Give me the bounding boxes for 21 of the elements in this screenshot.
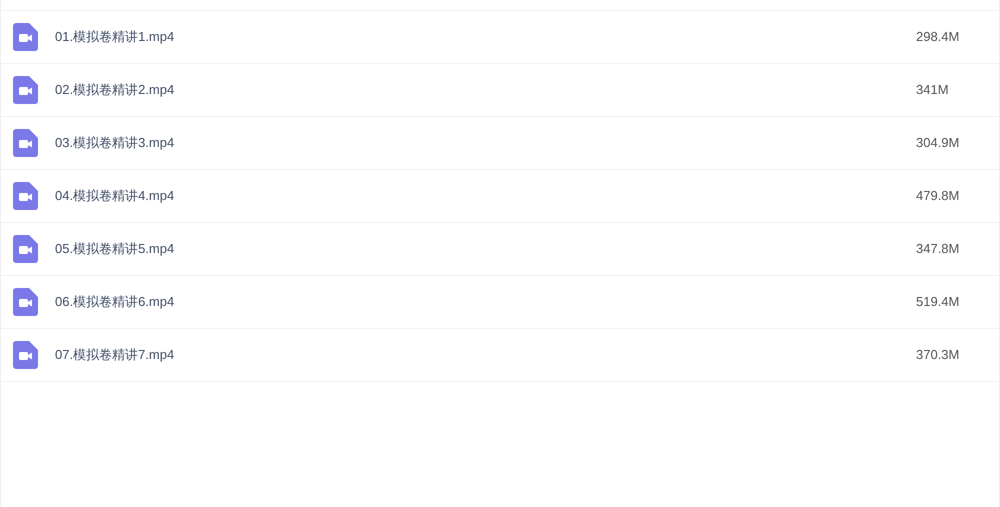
- file-size: 479.8M: [916, 187, 960, 206]
- video-file-icon: [13, 76, 38, 104]
- video-file-icon: [13, 129, 38, 157]
- file-size: 304.9M: [916, 134, 960, 152]
- video-file-icon: [13, 182, 38, 210]
- video-file-icon: [13, 23, 38, 51]
- file-name[interactable]: 07.模拟卷精讲7.mp4: [55, 345, 174, 365]
- video-file-icon: [13, 341, 38, 369]
- file-name[interactable]: 03.模拟卷精讲3.mp4: [55, 133, 174, 153]
- file-size: 370.3M: [916, 346, 960, 364]
- file-size: 519.4M: [916, 293, 960, 312]
- file-size: 347.8M: [916, 240, 960, 258]
- video-file-icon: [13, 235, 38, 263]
- file-name[interactable]: 01.模拟卷精讲1.mp4: [55, 27, 174, 47]
- video-file-icon: [13, 288, 38, 316]
- file-name[interactable]: 06.模拟卷精讲6.mp4: [55, 292, 174, 312]
- file-name[interactable]: 04.模拟卷精讲4.mp4: [55, 186, 174, 206]
- file-size: 341M: [916, 81, 950, 100]
- file-name[interactable]: 02.模拟卷精讲2.mp4: [55, 80, 174, 100]
- file-size: 298.4M: [916, 28, 960, 46]
- file-name[interactable]: 05.模拟卷精讲5.mp4: [55, 239, 174, 259]
